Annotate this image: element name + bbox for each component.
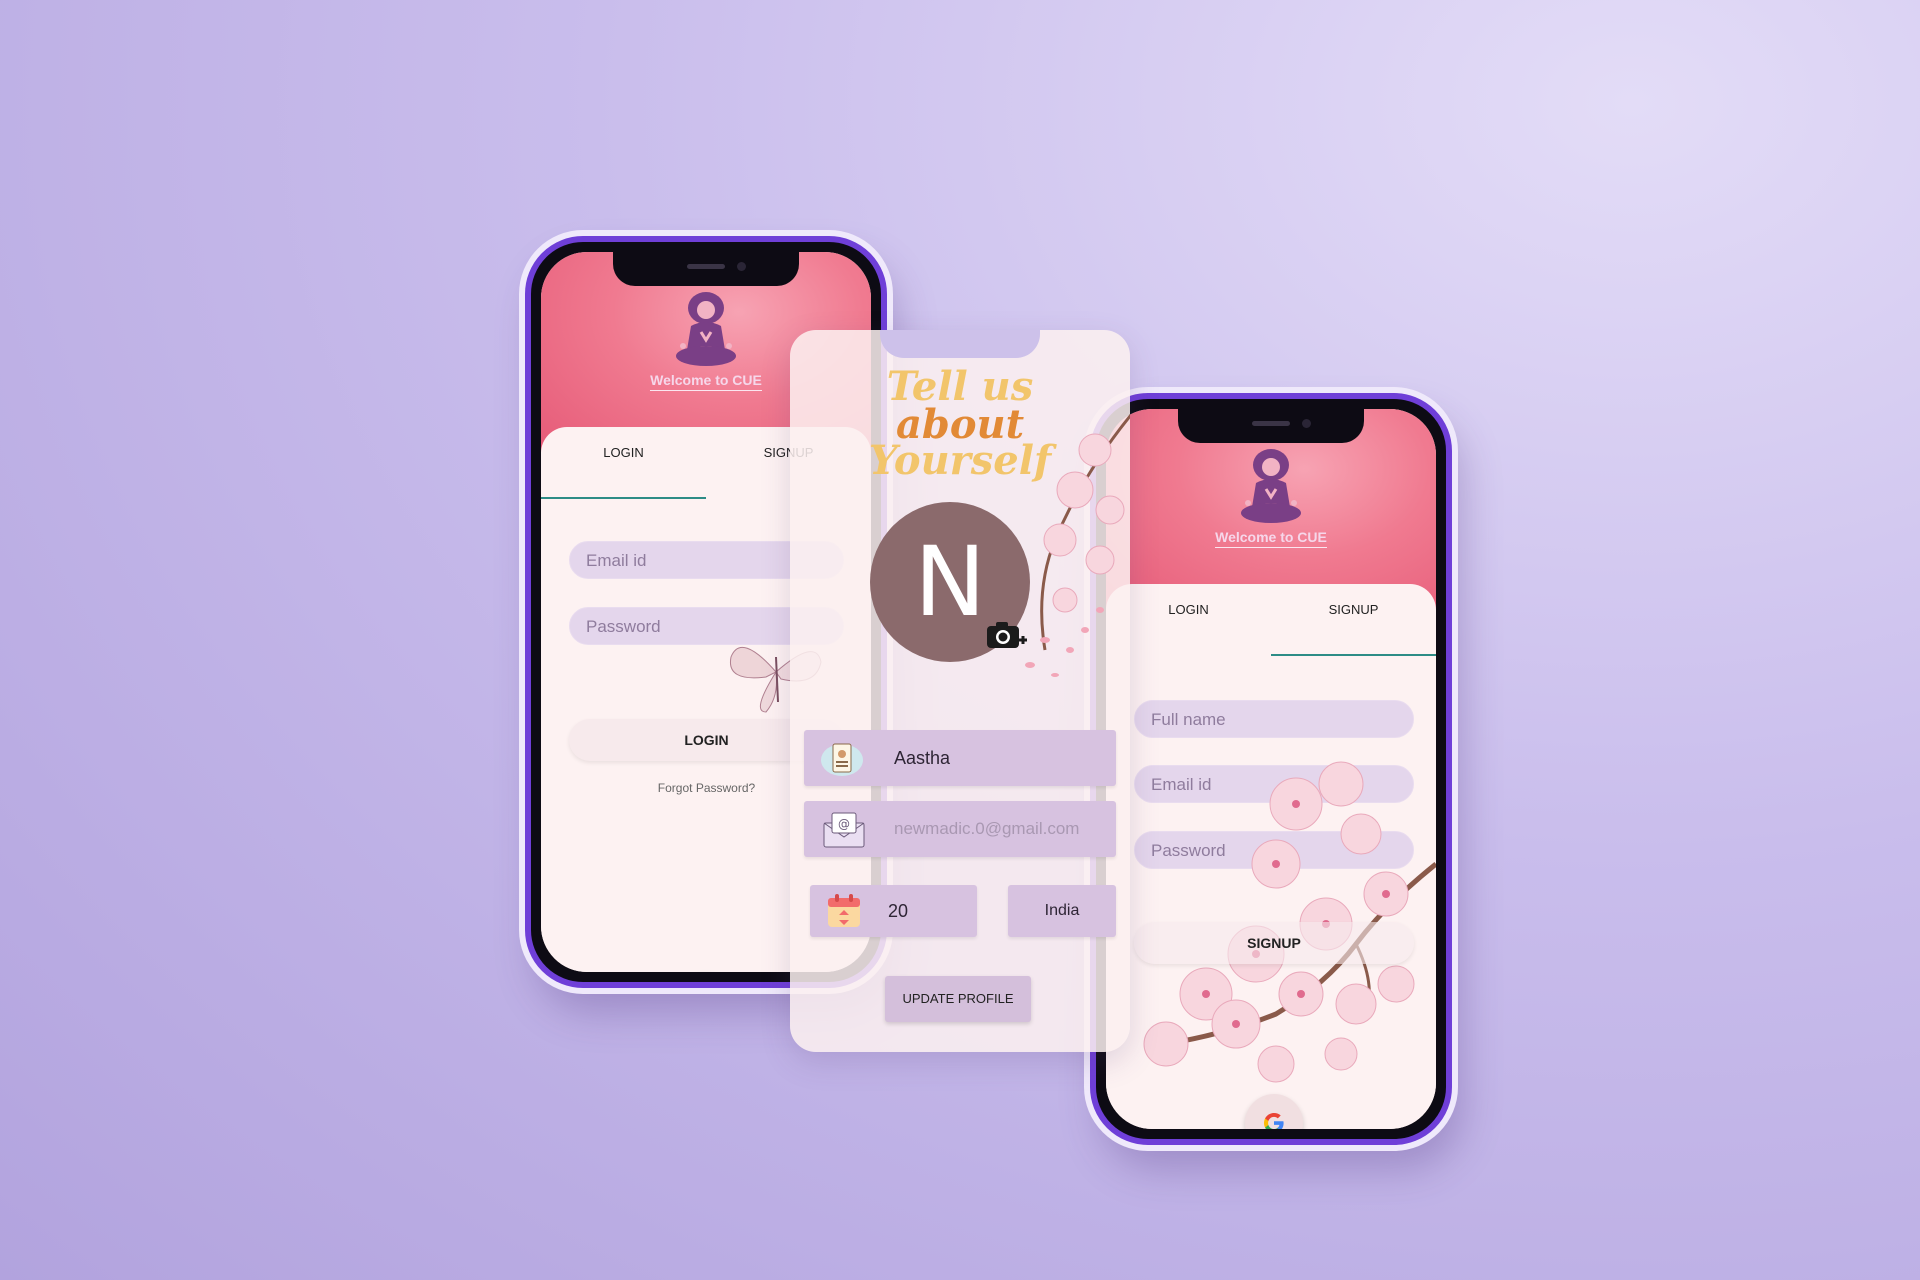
name-field[interactable]: Aastha: [804, 730, 1116, 786]
svg-text:@: @: [838, 817, 850, 831]
tab-login[interactable]: LOGIN: [1106, 602, 1271, 617]
signup-phone: Welcome to CUE LOGIN SIGNUP Full name Em…: [1090, 393, 1452, 1145]
headline-line-3: Yourself: [868, 437, 1052, 484]
age-value: 20: [888, 901, 909, 921]
password-field[interactable]: Password: [1134, 831, 1414, 869]
email-value: newmadic.0@gmail.com: [894, 819, 1080, 838]
age-field[interactable]: 20: [810, 885, 977, 937]
google-icon: [1264, 1113, 1284, 1129]
welcome-text: Welcome to CUE: [1106, 529, 1436, 548]
phone-notch: [1178, 409, 1364, 443]
camera-add-icon[interactable]: [985, 618, 1029, 654]
phone-notch: [613, 252, 799, 286]
google-signin-button[interactable]: [1245, 1094, 1303, 1129]
country-select[interactable]: India: [1008, 885, 1116, 937]
meditating-woman-logo-icon: [1241, 449, 1301, 523]
signup-button[interactable]: SIGNUP: [1134, 922, 1414, 964]
tab-underline: [541, 497, 706, 499]
name-value: Aastha: [894, 748, 951, 768]
profile-card: Tell us about Yourself N Aastha @ newmad…: [790, 330, 1130, 1052]
calendar-icon: [828, 894, 860, 927]
country-value: India: [1044, 902, 1080, 919]
signup-screen: Welcome to CUE LOGIN SIGNUP Full name Em…: [1106, 409, 1436, 1129]
tab-login[interactable]: LOGIN: [541, 445, 706, 460]
update-profile-button[interactable]: UPDATE PROFILE: [885, 976, 1031, 1022]
meditating-woman-logo-icon: [676, 292, 736, 366]
card-notch: [880, 330, 1040, 358]
email-field[interactable]: Email id: [1134, 765, 1414, 803]
tab-underline: [1271, 654, 1436, 656]
email-envelope-icon: @: [823, 812, 865, 848]
id-card-icon: [821, 743, 863, 776]
signup-panel: LOGIN SIGNUP Full name Email id Password: [1106, 584, 1436, 1129]
fullname-field[interactable]: Full name: [1134, 700, 1414, 738]
tab-signup[interactable]: SIGNUP: [1271, 602, 1436, 617]
email-field[interactable]: @ newmadic.0@gmail.com: [804, 801, 1116, 857]
